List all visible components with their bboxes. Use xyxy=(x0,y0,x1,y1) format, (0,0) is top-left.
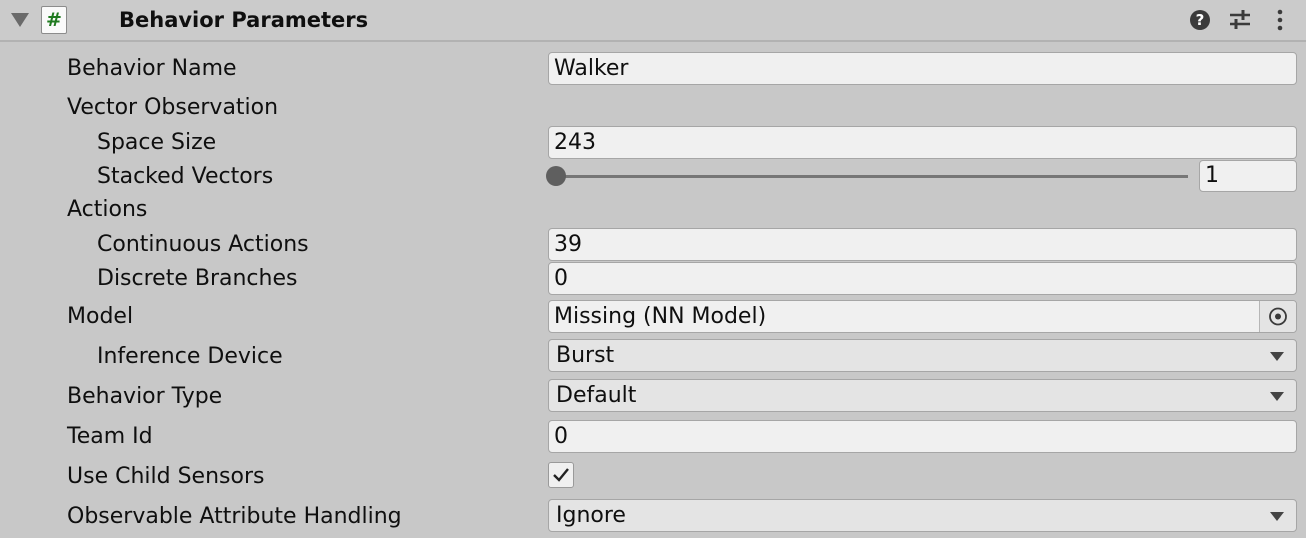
inference-device-dropdown[interactable]: Burst xyxy=(548,339,1297,372)
model-label: Model xyxy=(67,304,134,329)
inference-device-value: Burst xyxy=(556,343,615,368)
dropdown-arrow-icon xyxy=(1270,352,1284,361)
inference-device-label: Inference Device xyxy=(97,344,283,369)
dropdown-arrow-icon xyxy=(1270,512,1284,521)
behavior-name-label: Behavior Name xyxy=(67,56,237,81)
observable-attribute-handling-dropdown[interactable]: Ignore xyxy=(548,499,1297,532)
discrete-branches-field[interactable]: 0 xyxy=(548,262,1297,295)
observable-attribute-handling-label: Observable Attribute Handling xyxy=(67,504,402,529)
use-child-sensors-checkbox[interactable] xyxy=(548,462,574,488)
stacked-vectors-label: Stacked Vectors xyxy=(97,164,274,189)
behavior-type-dropdown[interactable]: Default xyxy=(548,379,1297,412)
foldout-arrow-icon[interactable] xyxy=(11,13,29,27)
component-title: Behavior Parameters xyxy=(119,8,369,32)
stacked-vectors-slider-track[interactable] xyxy=(556,175,1188,178)
model-object-value: Missing (NN Model) xyxy=(554,304,767,329)
dropdown-arrow-icon xyxy=(1270,392,1284,401)
object-picker-button[interactable] xyxy=(1259,301,1296,332)
team-id-label: Team Id xyxy=(67,424,153,449)
vector-observation-label: Vector Observation xyxy=(67,95,279,120)
continuous-actions-field[interactable]: 39 xyxy=(548,228,1297,261)
observable-attribute-handling-value: Ignore xyxy=(556,503,626,528)
behavior-name-field[interactable]: Walker xyxy=(548,52,1297,85)
use-child-sensors-label: Use Child Sensors xyxy=(67,464,265,489)
stacked-vectors-slider-thumb[interactable] xyxy=(546,166,566,186)
script-icon: # xyxy=(41,6,67,34)
help-icon[interactable]: ? xyxy=(1190,10,1210,30)
actions-label: Actions xyxy=(67,197,148,222)
space-size-field[interactable]: 243 xyxy=(548,126,1297,159)
space-size-label: Space Size xyxy=(97,130,217,155)
continuous-actions-label: Continuous Actions xyxy=(97,232,309,257)
checkmark-icon xyxy=(553,468,569,482)
component-header: # Behavior Parameters ? xyxy=(0,0,1306,42)
behavior-type-label: Behavior Type xyxy=(67,384,223,409)
more-menu-icon[interactable] xyxy=(1272,9,1288,31)
presets-icon[interactable] xyxy=(1229,9,1251,31)
discrete-branches-label: Discrete Branches xyxy=(97,266,298,291)
object-picker-icon xyxy=(1269,307,1287,326)
behavior-type-value: Default xyxy=(556,383,637,408)
model-object-field[interactable]: Missing (NN Model) xyxy=(548,300,1297,333)
team-id-field[interactable]: 0 xyxy=(548,420,1297,453)
stacked-vectors-value-field[interactable]: 1 xyxy=(1199,160,1297,192)
